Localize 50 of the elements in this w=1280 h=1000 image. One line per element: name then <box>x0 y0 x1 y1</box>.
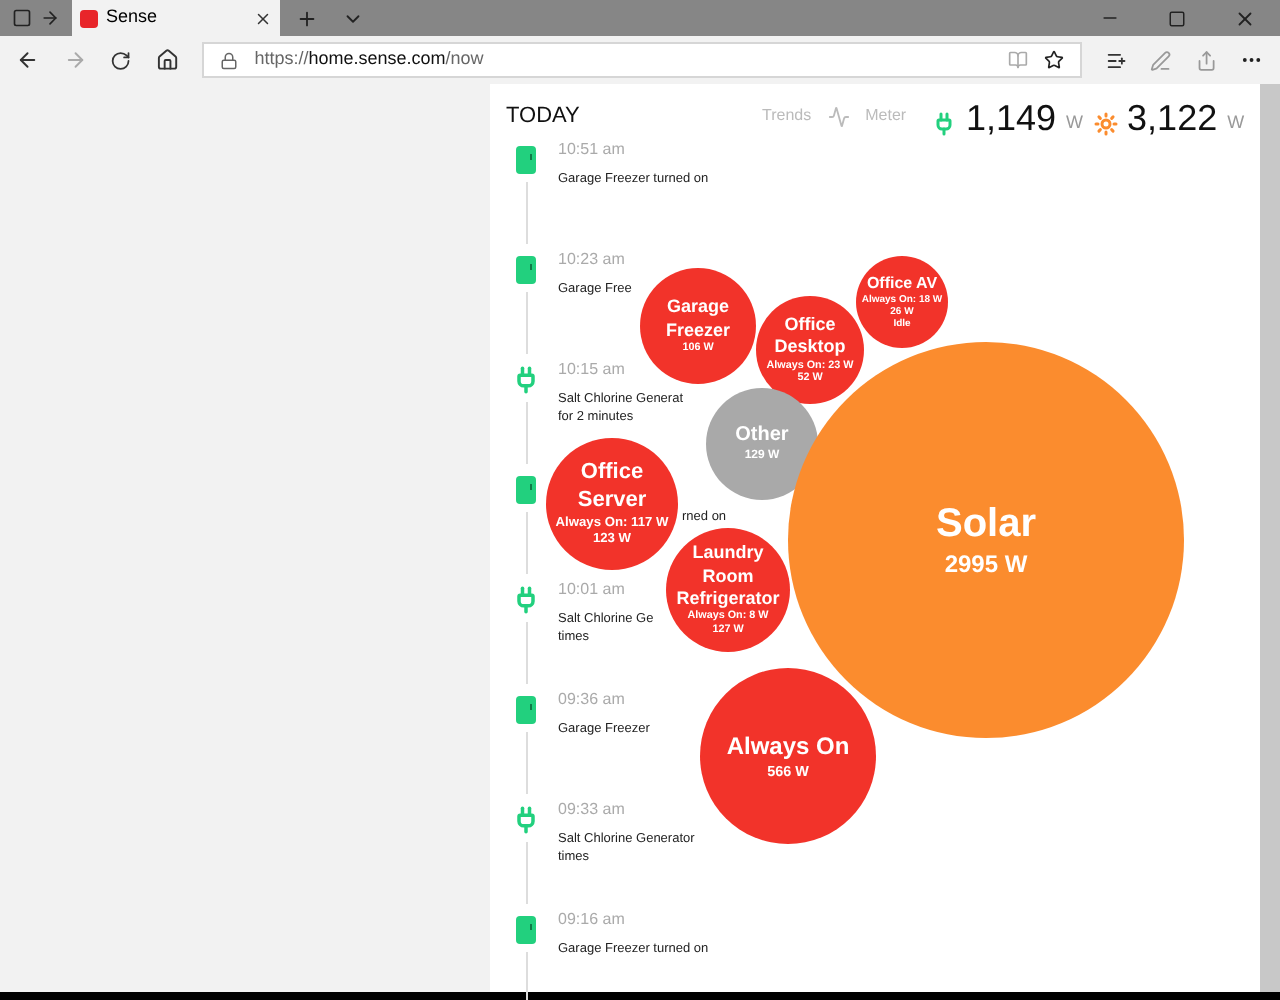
maximize-icon[interactable] <box>1168 9 1186 27</box>
plug-icon <box>512 805 540 833</box>
pulse-icon <box>827 105 850 128</box>
bubble-label: Laundry Room Refrigerator <box>674 542 782 610</box>
solar-value: 3,122 <box>1127 100 1218 136</box>
event-time: 10:23 am <box>558 247 627 271</box>
new-tab-icon[interactable] <box>296 7 318 29</box>
bubble-label: Other <box>733 424 791 449</box>
usage-unit: W <box>1066 109 1084 135</box>
bubble-label: Office AV <box>864 273 940 294</box>
freezer-icon <box>516 145 536 173</box>
event-time: 10:51 am <box>558 137 627 161</box>
freezer-icon <box>516 695 536 723</box>
favorites-icon[interactable] <box>1105 49 1127 71</box>
event-time: 09:36 am <box>558 687 627 711</box>
freezer-icon <box>516 475 536 503</box>
bubble-reading: 2995 W <box>944 550 1028 580</box>
browser-tab[interactable]: Sense <box>72 0 280 36</box>
bubble-label: Always On <box>724 732 852 762</box>
event-time: 10:15 am <box>558 357 627 381</box>
sun-icon <box>1093 112 1118 136</box>
url-text: https://home.sense.com/now <box>254 46 486 73</box>
plug-icon <box>512 585 540 613</box>
refresh-icon[interactable] <box>110 49 132 71</box>
plug-icon <box>512 365 540 393</box>
tab-aside-icon[interactable] <box>40 8 60 28</box>
event-time: 09:16 am <box>558 907 627 931</box>
freezer-icon <box>516 255 536 283</box>
pen-icon[interactable] <box>1150 49 1172 71</box>
lock-icon <box>220 51 239 69</box>
share-icon[interactable] <box>1195 49 1217 71</box>
close-window-icon[interactable] <box>1234 7 1256 29</box>
event-time: 09:33 am <box>558 797 627 821</box>
usage-value: 1,149 <box>966 100 1057 136</box>
back-icon[interactable] <box>16 48 40 72</box>
today-heading: TODAY <box>506 102 582 132</box>
plug-icon <box>932 112 956 136</box>
bubble-label: Garage Freezer <box>663 296 733 342</box>
sense-logo-icon <box>80 9 98 27</box>
event-time: 10:01 am <box>558 577 627 601</box>
freezer-icon <box>516 915 536 943</box>
tabs-icon[interactable] <box>12 8 32 28</box>
address-field[interactable]: https://home.sense.com/now <box>202 42 1082 78</box>
bubble-label: Solar <box>933 500 1039 550</box>
favorite-icon[interactable] <box>1043 50 1064 70</box>
home-icon[interactable] <box>155 48 179 72</box>
bubble-label: Office Server <box>575 460 649 516</box>
tab-title: Sense <box>106 4 160 31</box>
close-icon[interactable] <box>254 9 272 27</box>
solar-unit: W <box>1227 109 1245 135</box>
